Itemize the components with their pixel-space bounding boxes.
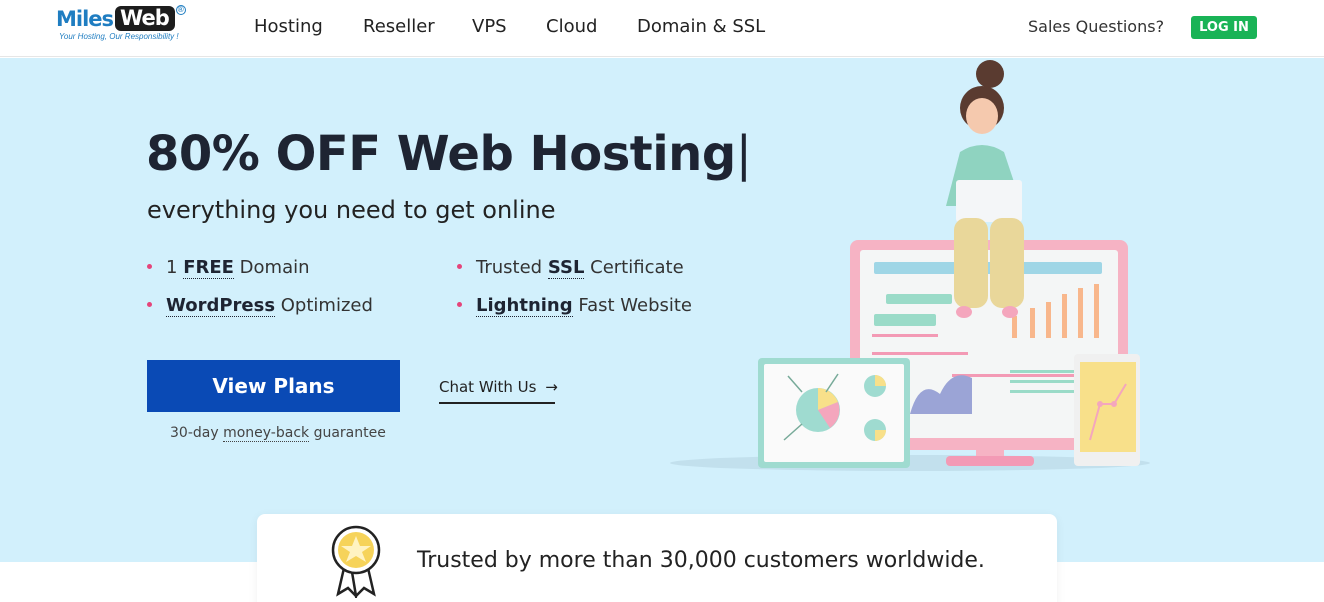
feature-highlight: Lightning (476, 295, 573, 317)
feature-wordpress: WordPress Optimized (147, 295, 373, 317)
person-with-laptop-icon (946, 60, 1024, 318)
nav-hosting[interactable]: Hosting (254, 16, 323, 37)
mileweb-logo[interactable]: Miles Web ® Your Hosting, Our Responsibi… (56, 4, 206, 52)
feature-highlight: WordPress (166, 295, 276, 317)
nav-cloud[interactable]: Cloud (546, 16, 597, 37)
bullet-dot (457, 264, 462, 269)
trust-text: Trusted by more than 30,000 customers wo… (417, 548, 985, 573)
mobile-card-icon (1074, 354, 1140, 466)
hero-title-text: 80% OFF Web Hosting (146, 126, 736, 182)
feature-ssl: Trusted SSL Certificate (457, 257, 684, 279)
feature-text: Trusted (476, 257, 548, 278)
arrow-right-icon: → (545, 378, 558, 396)
money-back-link[interactable]: money-back (223, 425, 310, 442)
hero-illustration (670, 60, 1150, 471)
hero-subtitle: everything you need to get online (147, 196, 556, 224)
site-header: Miles Web ® Your Hosting, Our Responsibi… (0, 0, 1324, 57)
trust-card: Trusted by more than 30,000 customers wo… (257, 514, 1057, 602)
feature-text: 1 (166, 257, 184, 278)
award-medal-icon (331, 525, 381, 598)
feature-highlight: SSL (547, 257, 585, 279)
feature-text: Optimized (275, 295, 373, 316)
logo-miles-text: Miles (56, 6, 114, 31)
chat-label: Chat With Us (439, 378, 537, 396)
chat-with-us-link[interactable]: Chat With Us → (439, 378, 558, 404)
guarantee-text: guarantee (309, 425, 386, 441)
nav-vps[interactable]: VPS (472, 16, 507, 37)
feature-text: Domain (233, 257, 310, 278)
nav-domain-ssl[interactable]: Domain & SSL (637, 16, 765, 37)
bullet-dot (457, 302, 462, 307)
login-button[interactable]: LOG IN (1191, 16, 1257, 39)
analytics-card-icon (758, 358, 910, 468)
view-plans-button[interactable]: View Plans (147, 360, 400, 412)
logo-web-text: Web (115, 6, 175, 31)
feature-free-domain: 1 FREE Domain (147, 257, 310, 279)
feature-highlight: FREE (183, 257, 234, 279)
sales-questions-link[interactable]: Sales Questions? (1028, 17, 1164, 36)
bullet-dot (147, 302, 152, 307)
nav-reseller[interactable]: Reseller (363, 16, 435, 37)
bullet-dot (147, 264, 152, 269)
money-back-guarantee: 30-day money-back guarantee (170, 425, 386, 442)
logo-tagline: Your Hosting, Our Responsibility ! (59, 32, 179, 41)
guarantee-text: 30-day (170, 425, 224, 441)
feature-lightning: Lightning Fast Website (457, 295, 692, 317)
registered-mark: ® (175, 4, 186, 15)
